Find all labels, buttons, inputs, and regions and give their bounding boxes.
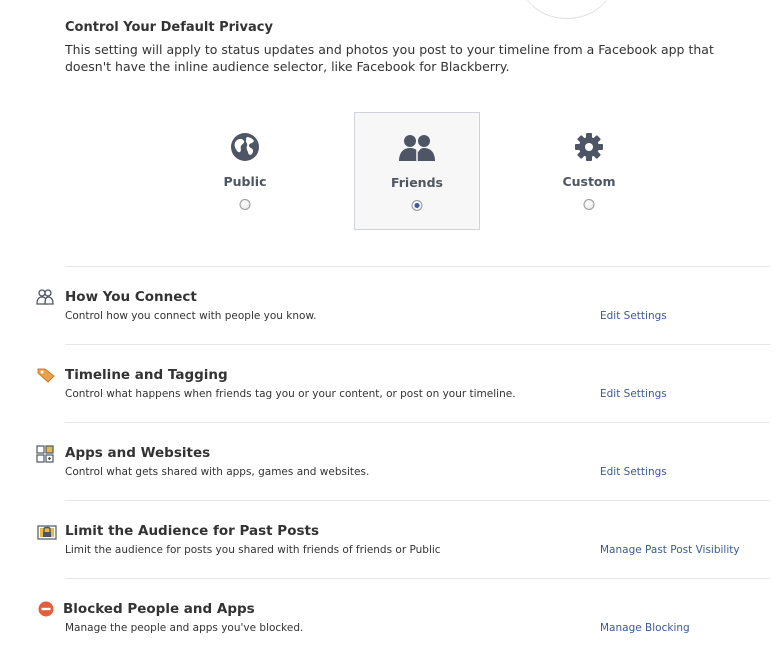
row-title: Timeline and Tagging [65, 367, 228, 383]
settings-row-apps-websites: Apps and Websites Control what gets shar… [0, 445, 780, 491]
row-description: Limit the audience for posts you shared … [65, 544, 441, 556]
manage-blocking-link[interactable]: Manage Blocking [600, 622, 690, 634]
privacy-option-friends[interactable]: Friends [354, 112, 480, 230]
block-icon [38, 601, 56, 619]
globe-icon [230, 132, 260, 166]
decorative-arc [520, 0, 614, 19]
option-label: Friends [391, 175, 443, 190]
divider [65, 500, 770, 501]
divider [65, 578, 770, 579]
row-title: How You Connect [65, 289, 197, 305]
gear-icon [574, 132, 604, 166]
row-title: Apps and Websites [65, 445, 211, 461]
radio-custom[interactable] [583, 199, 595, 210]
divider [65, 344, 770, 345]
apps-icon [36, 445, 54, 463]
divider [65, 266, 770, 267]
settings-row-how-you-connect: How You Connect Control how you connect … [0, 289, 780, 335]
row-description: Manage the people and apps you've blocke… [65, 622, 304, 634]
settings-row-limit-past-posts: Limit the Audience for Past Posts Limit … [0, 523, 780, 569]
privacy-description: This setting will apply to status update… [65, 42, 714, 74]
privacy-option-public[interactable]: Public [182, 112, 308, 230]
radio-friends[interactable] [411, 200, 423, 211]
edit-settings-link[interactable]: Edit Settings [600, 388, 667, 400]
edit-settings-link[interactable]: Edit Settings [600, 466, 667, 478]
row-description: Control what gets shared with apps, game… [65, 466, 370, 478]
row-description: Control what happens when friends tag yo… [65, 388, 516, 400]
people-icon [36, 289, 54, 307]
privacy-title: Control Your Default Privacy [65, 20, 273, 35]
radio-public[interactable] [239, 199, 251, 210]
settings-row-blocked: Blocked People and Apps Manage the peopl… [0, 601, 780, 647]
friends-icon [397, 133, 437, 167]
lock-icon [37, 523, 57, 541]
manage-past-post-visibility-link[interactable]: Manage Past Post Visibility [600, 544, 740, 556]
divider [65, 422, 770, 423]
row-description: Control how you connect with people you … [65, 310, 317, 322]
option-label: Custom [562, 174, 616, 189]
option-label: Public [223, 174, 267, 189]
row-title: Limit the Audience for Past Posts [65, 523, 320, 539]
privacy-option-custom[interactable]: Custom [526, 112, 652, 230]
row-title: Blocked People and Apps [63, 601, 255, 617]
edit-settings-link[interactable]: Edit Settings [600, 310, 667, 322]
tag-icon [37, 367, 55, 385]
default-privacy-section: Control Your Default Privacy This settin… [65, 20, 755, 75]
settings-row-timeline-tagging: Timeline and Tagging Control what happen… [0, 367, 780, 413]
